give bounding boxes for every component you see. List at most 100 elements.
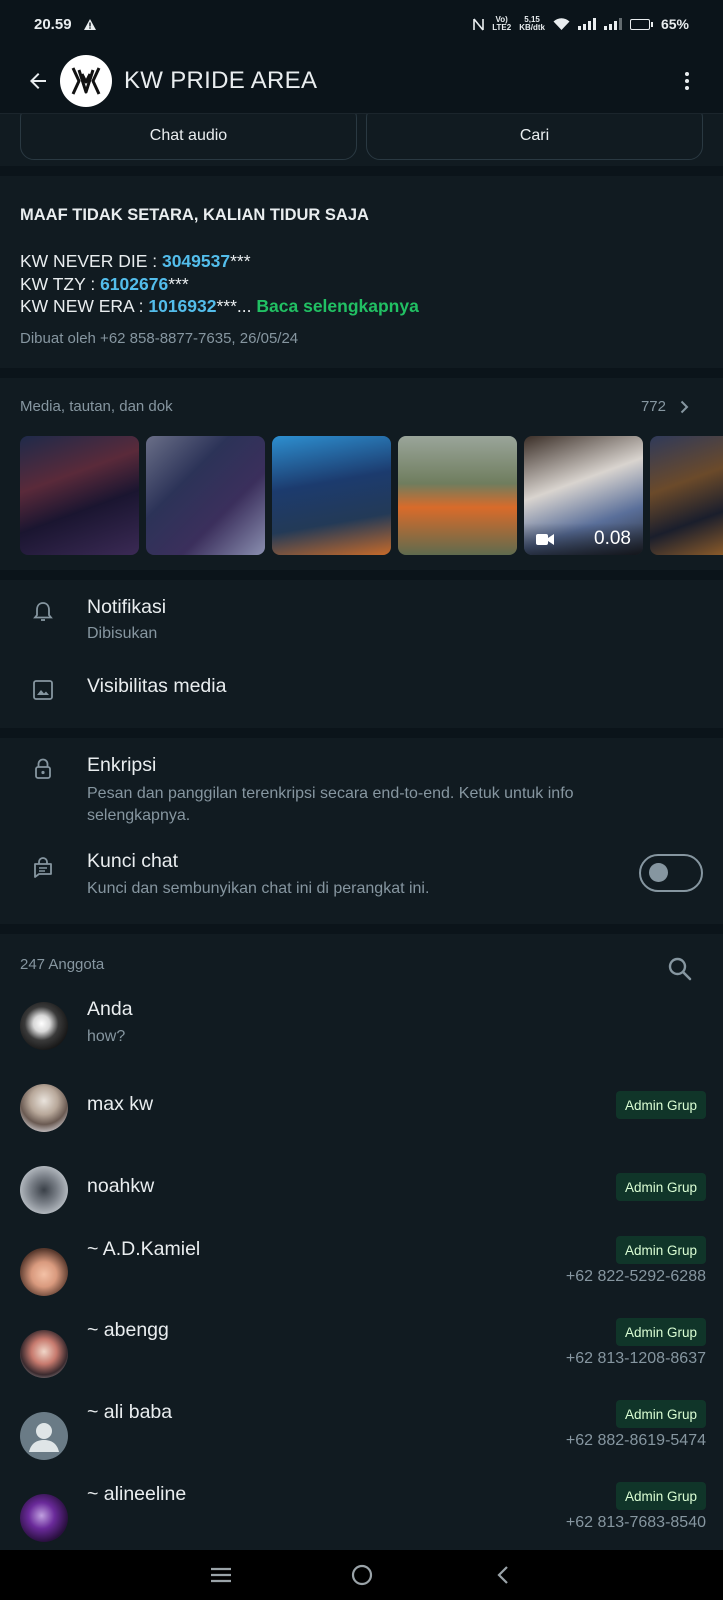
description-title: MAAF TIDAK SETARA, KALIAN TIDUR SAJA (20, 206, 369, 224)
member-phone: +62 822-5292-6288 (565, 1268, 706, 1285)
menu-lines-icon (210, 1567, 231, 1583)
member-row[interactable]: Anda how? (0, 992, 723, 1074)
audio-chat-label: Chat audio (149, 127, 228, 144)
system-nav-bar (0, 1550, 723, 1600)
description-line: KW NEVER DIE : 3049537*** (20, 251, 251, 271)
member-phone: +62 882-8619-5474 (565, 1432, 706, 1449)
member-name: ~ abengg (87, 1319, 169, 1341)
member-name: ~ alineeline (87, 1483, 187, 1505)
arrow-left-icon (30, 72, 46, 89)
member-avatar (20, 1412, 68, 1460)
status-bar: 20.59 Vo) LTE2 5,15 KB/dtk 65% (0, 0, 723, 48)
recent-apps-button[interactable] (201, 1555, 241, 1595)
admin-badge: Admin Grup (615, 1482, 706, 1510)
system-back-button[interactable] (483, 1555, 523, 1595)
video-duration: 0.08 (594, 528, 631, 549)
media-thumbnail[interactable] (146, 436, 265, 555)
member-name: ~ A.D.Kamiel (87, 1238, 201, 1260)
status-time: 20.59 (34, 15, 72, 33)
notifications-row[interactable]: Notifikasi Dibisukan (0, 580, 723, 650)
more-vertical-icon (685, 71, 689, 76)
network-speed: 5,15 KB/dtk (519, 15, 545, 32)
member-phone: +62 813-7683-8540 (565, 1514, 706, 1531)
chat-lock-toggle[interactable] (639, 854, 703, 892)
signal-2-icon (603, 18, 622, 30)
media-section: Media, tautan, dan dok 772 0.08 (0, 378, 723, 570)
member-avatar (20, 1166, 68, 1214)
members-heading: 247 Anggota (20, 956, 105, 973)
default-person-icon (29, 1423, 59, 1452)
member-avatar (20, 1002, 68, 1050)
member-name: max kw (87, 1093, 154, 1115)
chat-lock-title: Kunci chat (87, 850, 179, 872)
media-thumbnail[interactable] (650, 436, 723, 555)
media-count: 772 (640, 398, 666, 415)
member-row[interactable]: max kw Admin Grup (0, 1074, 723, 1156)
chat-lock-sub: Kunci dan sembunyikan chat ini di perang… (87, 880, 430, 897)
alert-triangle-icon (83, 18, 96, 30)
media-count-link[interactable]: 772 (641, 398, 689, 415)
group-avatar[interactable] (60, 54, 112, 107)
signal-1-icon (577, 18, 596, 30)
members-section: 247 Anggota Anda how? max kw Admin Grup … (0, 934, 723, 1550)
media-thumbnail[interactable] (272, 436, 391, 555)
volte-indicator: Vo) LTE2 (492, 15, 512, 32)
read-more-link[interactable]: Baca selengkapnya (256, 296, 418, 316)
home-button[interactable] (342, 1555, 382, 1595)
member-status: how? (87, 1028, 126, 1045)
member-row[interactable]: noahkw Admin Grup (0, 1156, 723, 1238)
toggle-knob (649, 863, 668, 882)
media-thumbnail[interactable] (20, 436, 139, 555)
chat-lock-row[interactable]: Kunci chat Kunci dan sembunyikan chat in… (0, 834, 723, 918)
encryption-row[interactable]: Enkripsi Pesan dan panggilan terenkripsi… (0, 738, 723, 830)
notification-settings: Notifikasi Dibisukan Visibilitas media (0, 580, 723, 728)
chevron-right-icon (680, 400, 689, 413)
chat-lock-icon (30, 854, 56, 880)
description-line: KW TZY : 6102676*** (20, 273, 189, 294)
member-phone: +62 813-1208-8637 (565, 1350, 706, 1367)
chevron-left-icon (496, 1566, 508, 1584)
nfc-icon (473, 17, 485, 31)
media-heading: Media, tautan, dan dok (20, 398, 173, 415)
member-avatar (20, 1084, 68, 1132)
privacy-settings: Enkripsi Pesan dan panggilan terenkripsi… (0, 738, 723, 924)
member-name: ~ ali baba (87, 1401, 173, 1423)
media-visibility-row[interactable]: Visibilitas media (0, 658, 723, 724)
back-button[interactable] (18, 61, 58, 101)
member-avatar (20, 1494, 68, 1542)
lock-icon (30, 756, 56, 782)
member-row[interactable]: ~ ali baba Admin Grup +62 882-8619-5474 (0, 1400, 723, 1484)
search-icon (668, 957, 692, 981)
group-logo-icon (71, 66, 101, 95)
member-name: Anda (87, 998, 133, 1020)
admin-badge: Admin Grup (615, 1091, 706, 1119)
video-camera-icon (536, 533, 554, 545)
image-icon (30, 677, 56, 703)
member-row[interactable]: ~ abengg Admin Grup +62 813-1208-8637 (0, 1318, 723, 1402)
battery-icon (629, 18, 653, 30)
admin-badge: Admin Grup (615, 1173, 706, 1201)
admin-badge: Admin Grup (615, 1400, 706, 1428)
description-meta: Dibuat oleh +62 858-8877-7635, 26/05/24 (20, 330, 299, 347)
notifications-sub: Dibisukan (87, 625, 158, 642)
member-row[interactable]: ~ A.D.Kamiel Admin Grup +62 822-5292-628… (0, 1236, 723, 1320)
member-avatar (20, 1330, 68, 1378)
bell-icon (30, 599, 56, 625)
media-thumbnail[interactable] (398, 436, 517, 555)
admin-badge: Admin Grup (615, 1318, 706, 1346)
encryption-sub: Pesan dan panggilan terenkripsi secara e… (87, 785, 574, 824)
actions-strip: Chat audio Cari (0, 104, 723, 166)
media-video-thumbnail[interactable]: 0.08 (524, 436, 643, 555)
app-bar: KW PRIDE AREA (0, 48, 723, 114)
home-circle-icon (351, 1564, 372, 1586)
member-avatar (20, 1248, 68, 1296)
search-label: Cari (519, 127, 550, 144)
more-options-button[interactable] (667, 61, 707, 101)
members-search-button[interactable] (667, 956, 695, 984)
group-description[interactable]: MAAF TIDAK SETARA, KALIAN TIDUR SAJA KW … (0, 176, 723, 368)
battery-percent: 65% (660, 16, 689, 32)
chat-title[interactable]: KW PRIDE AREA (124, 67, 317, 95)
wifi-icon (553, 17, 570, 30)
media-visibility-title: Visibilitas media (87, 675, 227, 697)
notifications-title: Notifikasi (87, 596, 167, 618)
